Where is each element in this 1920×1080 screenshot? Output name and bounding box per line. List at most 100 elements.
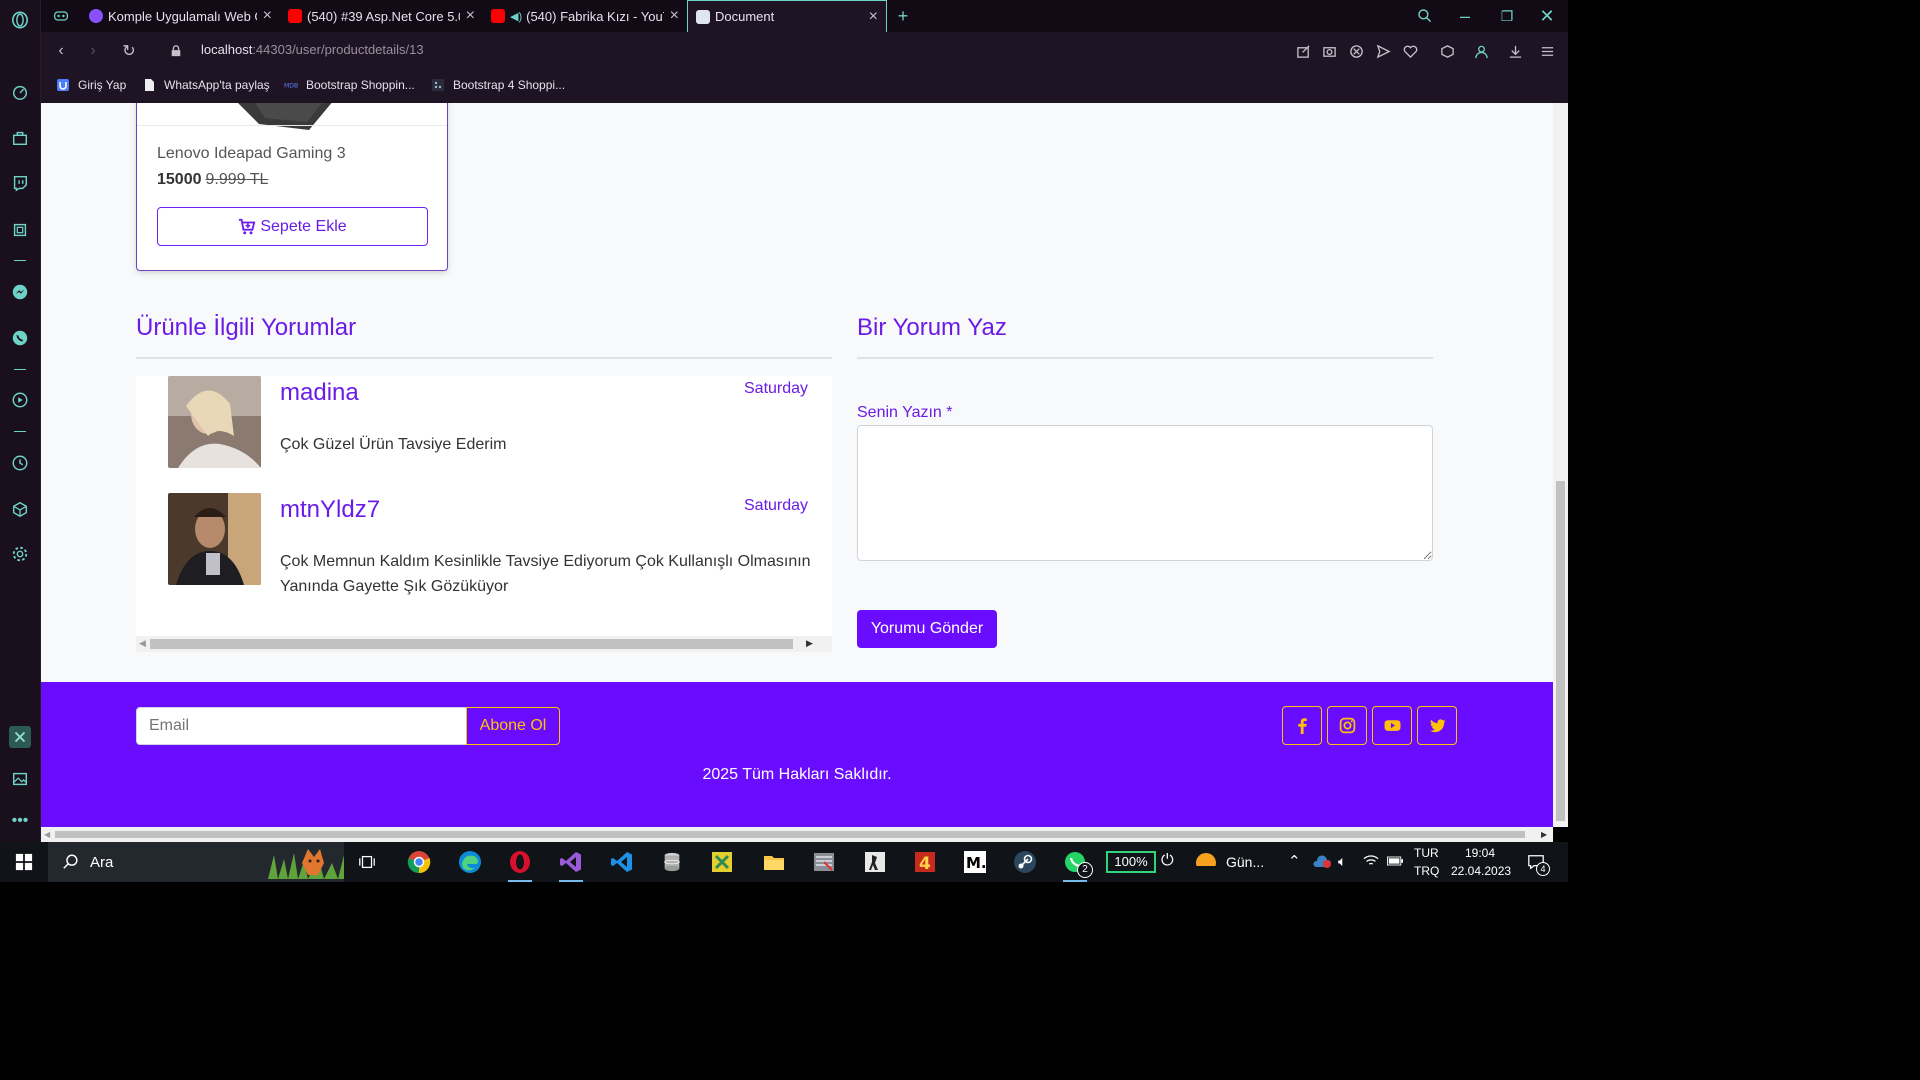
bookmark-item[interactable]: Bootstrap 4 Shoppi... <box>431 78 565 92</box>
chrome-icon[interactable] <box>405 848 433 876</box>
visual-studio-icon[interactable] <box>557 848 585 882</box>
forward-icon[interactable]: › <box>83 41 103 61</box>
svg-text:M.: M. <box>966 854 987 872</box>
workspaces-icon[interactable] <box>51 6 71 26</box>
minimize-icon[interactable]: – <box>1455 6 1475 26</box>
settings-icon[interactable] <box>9 543 31 565</box>
twitter-button[interactable] <box>1417 706 1457 745</box>
twitch-icon[interactable] <box>9 172 31 194</box>
opera-icon[interactable] <box>506 848 534 882</box>
weather-text[interactable]: Gün... <box>1226 854 1264 870</box>
app-icon[interactable] <box>9 726 31 748</box>
scrollbar-thumb[interactable] <box>55 831 1525 838</box>
profile-icon[interactable] <box>1472 42 1490 60</box>
game-4-icon[interactable]: 4 <box>911 848 939 876</box>
scroll-left-icon[interactable]: ◀ <box>44 830 50 839</box>
bookmark-item[interactable]: MDB Bootstrap Shoppin... <box>284 78 415 92</box>
steam-icon[interactable] <box>1011 848 1039 876</box>
download-icon[interactable] <box>1506 42 1524 60</box>
comments-horizontal-scrollbar[interactable]: ◀ ▶ <box>136 636 832 652</box>
tab-udemy[interactable]: Komple Uygulamalı Web Gel × <box>81 0 280 32</box>
opera-logo-icon[interactable] <box>9 9 31 31</box>
gallery-icon[interactable] <box>9 768 31 790</box>
task-view-icon[interactable] <box>353 848 381 876</box>
whatsapp-icon[interactable] <box>9 327 31 349</box>
reload-icon[interactable]: ↻ <box>119 41 139 61</box>
share-icon[interactable] <box>1294 42 1312 60</box>
page-vertical-scrollbar[interactable] <box>1553 103 1568 827</box>
send-icon[interactable] <box>1374 42 1392 60</box>
file-explorer-icon[interactable] <box>760 848 788 876</box>
scroll-left-icon[interactable]: ◀ <box>139 638 146 649</box>
send-comment-button[interactable]: Yorumu Gönder <box>857 610 997 648</box>
tray-chevron-icon[interactable]: ⌃ <box>1288 852 1301 870</box>
close-window-icon[interactable]: ✕ <box>1537 6 1557 26</box>
shopping-icon[interactable] <box>9 127 31 149</box>
clock-time[interactable]: 19:04 <box>1465 846 1495 860</box>
facebook-button[interactable] <box>1282 706 1322 745</box>
instagram-button[interactable] <box>1327 706 1367 745</box>
messenger-icon[interactable] <box>9 281 31 303</box>
heart-icon[interactable] <box>1401 42 1419 60</box>
extensions-icon[interactable] <box>9 498 31 520</box>
scrollbar-thumb[interactable] <box>1556 481 1565 821</box>
close-tab-icon[interactable]: × <box>869 8 878 26</box>
battery-widget[interactable]: 100% <box>1106 851 1156 873</box>
extensions-box-icon[interactable] <box>1438 42 1456 60</box>
app-tool-icon[interactable] <box>708 848 736 876</box>
url-field[interactable]: localhost:44303/user/productdetails/13 <box>201 42 424 57</box>
new-tab-icon[interactable]: + <box>893 6 913 26</box>
lock-icon[interactable] <box>166 41 186 61</box>
email-input[interactable] <box>136 707 467 745</box>
page-horizontal-scrollbar[interactable]: ◀ ▶ <box>41 827 1553 842</box>
wifi-icon[interactable] <box>1363 854 1379 870</box>
comments-list[interactable]: madina Saturday Çok Güzel Ürün Tavsiye E… <box>136 376 832 652</box>
close-tab-icon[interactable]: × <box>466 7 475 25</box>
clock-date[interactable]: 22.04.2023 <box>1451 864 1511 878</box>
tab-document[interactable]: Document × <box>687 0 887 32</box>
game-cs-icon[interactable] <box>861 848 889 876</box>
taskbar-search[interactable]: Ara <box>48 842 344 882</box>
sql-tool-icon[interactable] <box>810 848 838 876</box>
speed-dial-icon[interactable] <box>9 81 31 103</box>
scroll-right-icon[interactable]: ▶ <box>1541 830 1547 839</box>
windows-start-icon[interactable] <box>10 848 38 876</box>
history-icon[interactable] <box>9 452 31 474</box>
restore-icon[interactable]: ❐ <box>1497 6 1517 26</box>
comment-textarea[interactable] <box>857 425 1433 561</box>
notification-center-icon[interactable]: 4 <box>1522 848 1550 876</box>
search-tabs-icon[interactable] <box>1415 6 1435 26</box>
tab-youtube-aspnet[interactable]: (540) #39 Asp.Net Core 5.0 × <box>280 0 483 32</box>
more-icon[interactable]: ••• <box>9 810 31 832</box>
bookmark-item[interactable]: Giriş Yap <box>56 78 126 92</box>
back-icon[interactable]: ‹ <box>51 41 71 61</box>
volume-icon[interactable]: 🔈︎ <box>1338 853 1346 870</box>
bookmark-item[interactable]: WhatsApp'ta paylaş <box>142 78 270 92</box>
input-language[interactable]: TUR <box>1414 846 1439 860</box>
write-comment-divider <box>857 357 1433 359</box>
whatsapp-taskbar-icon[interactable]: 2 <box>1061 848 1093 882</box>
onedrive-icon[interactable] <box>1312 854 1332 871</box>
audio-playing-icon[interactable]: ◀) <box>510 10 522 23</box>
edge-icon[interactable] <box>456 848 484 876</box>
crypto-wallet-icon[interactable] <box>9 219 31 241</box>
scroll-right-icon[interactable]: ▶ <box>806 638 813 649</box>
database-icon[interactable] <box>658 848 686 876</box>
scrollbar-thumb[interactable] <box>150 639 793 649</box>
easy-setup-icon[interactable] <box>1538 42 1556 60</box>
tab-youtube-fabrika[interactable]: ◀) (540) Fabrika Kızı - YouTube × <box>483 0 687 32</box>
youtube-button[interactable] <box>1372 706 1412 745</box>
snapshot-icon[interactable] <box>1320 42 1338 60</box>
weather-icon[interactable] <box>1192 848 1220 876</box>
add-to-cart-button[interactable]: Sepete Ekle <box>157 207 428 246</box>
vscode-icon[interactable] <box>608 848 636 876</box>
close-tab-icon[interactable]: × <box>670 7 679 25</box>
input-method[interactable]: TRQ <box>1414 864 1439 878</box>
player-icon[interactable] <box>9 389 31 411</box>
subscribe-button[interactable]: Abone Ol <box>466 707 560 745</box>
close-tab-icon[interactable]: × <box>263 7 272 25</box>
medium-icon[interactable]: M. <box>961 848 989 876</box>
notification-badge: 4 <box>1536 862 1550 876</box>
adblock-icon[interactable] <box>1347 42 1365 60</box>
battery-tray-icon[interactable] <box>1387 855 1403 869</box>
